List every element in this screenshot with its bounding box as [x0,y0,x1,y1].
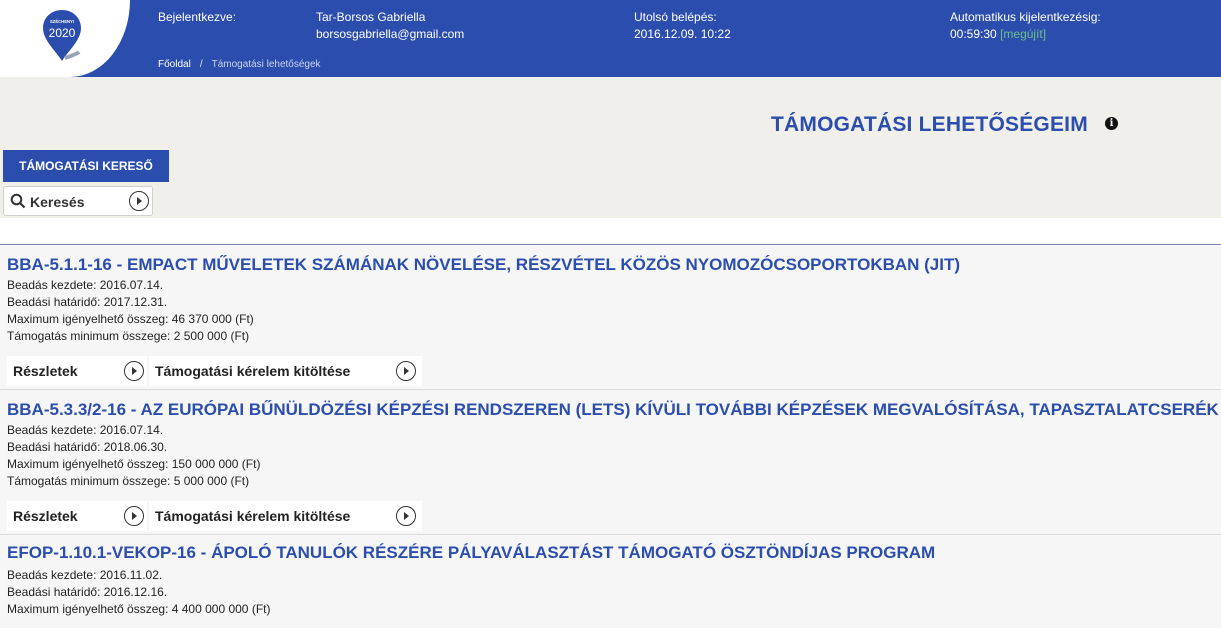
item-deadline: Beadási határidő: 2016.12.16. [7,585,168,599]
item-min-amount: Támogatás minimum összege: 5 000 000 (Ft… [7,474,250,488]
item-deadline: Beadási határidő: 2018.06.30. [7,440,168,454]
support-search-tab[interactable]: TÁMOGATÁSI KERESŐ [3,150,169,182]
item-max-amount: Maximum igényelhető összeg: 150 000 000 … [7,457,261,471]
arrow-right-circle-icon [129,191,149,211]
item-min-amount: Támogatás minimum összege: 2 500 000 (Ft… [7,329,250,343]
fill-application-button[interactable]: Támogatási kérelem kitöltése [149,501,422,531]
top-header: SZÉCHENYI 2020 Bejelentkezve: Tar-Borsos… [0,0,1221,77]
fill-application-button[interactable]: Támogatási kérelem kitöltése [149,356,422,386]
logged-in-label: Bejelentkezve: [158,10,237,24]
arrow-right-circle-icon [396,506,416,526]
renew-session-link[interactable]: [megújít] [1000,27,1046,41]
logo-year-text: 2020 [49,26,76,40]
item-deadline: Beadási határidő: 2017.12.31. [7,295,168,309]
search-result-band [0,218,1221,244]
user-name: Tar-Borsos Gabriella [316,10,426,24]
logo-top-text: SZÉCHENYI [50,19,74,24]
auto-logout-value: 00:59:30 [950,27,997,41]
breadcrumb-current: Támogatási lehetőségek [211,59,321,70]
breadcrumb-home[interactable]: Főoldal [158,59,191,70]
auto-logout-label: Automatikus kijelentkezésig: [950,10,1101,24]
last-login-value: 2016.12.09. 10:22 [634,27,731,41]
item-title[interactable]: EFOP-1.10.1-VEKOP-16 - ÁPOLÓ TANULÓK RÉS… [7,543,935,563]
details-button-label: Részletek [13,363,78,379]
item-start: Beadás kezdete: 2016.11.02. [7,568,163,582]
szechenyi-2020-logo[interactable]: SZÉCHENYI 2020 [41,8,83,62]
arrow-right-circle-icon [124,361,144,381]
details-button-label: Részletek [13,508,78,524]
search-button[interactable]: Keresés [3,186,153,216]
item-start: Beadás kezdete: 2016.07.14. [7,423,164,437]
arrow-right-circle-icon [124,506,144,526]
auto-logout-timer: 00:59:30 [megújít] [950,26,1046,43]
item-title[interactable]: BBA-5.3.3/2-16 - AZ EURÓPAI BŰNÜLDÖZÉSI … [7,400,1219,420]
item-divider [0,534,1221,535]
info-icon[interactable]: i [1105,117,1118,130]
search-button-label: Keresés [30,194,85,210]
arrow-right-circle-icon [396,361,416,381]
user-email: borsosgabriella@gmail.com [316,27,465,41]
item-title[interactable]: BBA-5.1.1-16 - EMPACT MŰVELETEK SZÁMÁNAK… [7,255,960,275]
item-start: Beadás kezdete: 2016.07.14. [7,278,164,292]
item-divider [0,389,1221,390]
page-title: TÁMOGATÁSI LEHETŐSÉGEIM [771,113,1088,136]
details-button[interactable]: Részletek [7,356,147,386]
details-button[interactable]: Részletek [7,501,147,531]
fill-application-label: Támogatási kérelem kitöltése [155,363,351,379]
search-icon [10,193,26,209]
last-login-label: Utolsó belépés: [634,10,717,24]
fill-application-label: Támogatási kérelem kitöltése [155,508,351,524]
item-max-amount: Maximum igényelhető összeg: 4 400 000 00… [7,602,271,616]
item-max-amount: Maximum igényelhető összeg: 46 370 000 (… [7,312,254,326]
breadcrumb-separator: / [199,59,203,70]
breadcrumb: Főoldal / Támogatási lehetőségek [158,59,321,70]
support-opportunity-list: BBA-5.1.1-16 - EMPACT MŰVELETEK SZÁMÁNAK… [0,245,1221,628]
logo-area[interactable]: SZÉCHENYI 2020 [0,0,130,77]
